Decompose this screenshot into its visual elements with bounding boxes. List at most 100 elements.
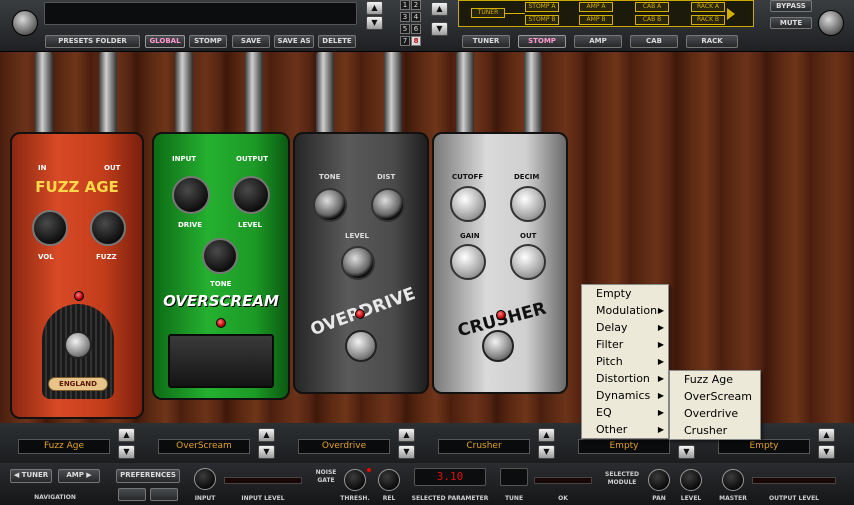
overdrive-tone-knob[interactable]: [313, 188, 347, 222]
preset-up-button[interactable]: ▲: [366, 1, 383, 15]
slot-6-down[interactable]: ▼: [818, 445, 835, 459]
pan-knob[interactable]: [648, 469, 670, 491]
overdrive-level-knob[interactable]: [341, 246, 375, 280]
slot-2-name[interactable]: OverScream: [158, 439, 250, 454]
menu-item-delay[interactable]: Delay ▶: [582, 319, 668, 336]
fuzz-vol-knob[interactable]: [32, 210, 68, 246]
fuzz-footswitch[interactable]: [64, 331, 92, 359]
chain-amp-a[interactable]: AMP A: [579, 2, 613, 12]
crusher-decim-knob[interactable]: [510, 186, 546, 222]
nav-amp-button[interactable]: AMP ▶: [58, 469, 100, 483]
slot-6-name[interactable]: Empty: [718, 439, 810, 454]
slot-number-1[interactable]: 1: [400, 0, 410, 10]
slot-4-down[interactable]: ▼: [538, 445, 555, 459]
crusher-decim-label: DECIM: [514, 173, 540, 181]
menu-item-filter[interactable]: Filter ▶: [582, 336, 668, 353]
slot-3-up[interactable]: ▲: [398, 428, 415, 442]
slot-number-3[interactable]: 3: [400, 12, 410, 22]
overscream-pedal[interactable]: INPUT OUTPUT DRIVE LEVEL TONE OVERSCREAM: [152, 132, 290, 400]
overscream-footswitch[interactable]: [168, 334, 274, 388]
overscream-tone-knob[interactable]: [202, 238, 238, 274]
fuzz-age-pedal[interactable]: IN OUT FUZZ AGE VOL FUZZ ENGLAND: [10, 132, 144, 419]
slot-3-down[interactable]: ▼: [398, 445, 415, 459]
input-knob[interactable]: [194, 468, 216, 490]
chain-tuner[interactable]: TUNER: [471, 8, 505, 18]
master-knob[interactable]: [722, 469, 744, 491]
submenu-item-fuzz-age[interactable]: Fuzz Age: [670, 371, 760, 388]
mute-button[interactable]: MUTE: [770, 17, 812, 29]
slot-up-button[interactable]: ▲: [431, 2, 448, 16]
slot-number-6[interactable]: 6: [411, 24, 421, 34]
info-button[interactable]: [118, 488, 146, 501]
menu-item-pitch[interactable]: Pitch ▶: [582, 353, 668, 370]
fuzz-fuzz-knob[interactable]: [90, 210, 126, 246]
thresh-knob[interactable]: [344, 469, 366, 491]
brand-logo-button[interactable]: [818, 10, 844, 36]
slot-1-name[interactable]: Fuzz Age: [18, 439, 110, 454]
preferences-button[interactable]: PREFERENCES: [116, 469, 180, 483]
module-level-knob[interactable]: [680, 469, 702, 491]
crusher-gain-knob[interactable]: [450, 244, 486, 280]
overdrive-pedal[interactable]: TONE DIST LEVEL OVERDRIVE: [293, 132, 429, 394]
crusher-out-knob[interactable]: [510, 244, 546, 280]
presets-folder-button[interactable]: PRESETS FOLDER: [45, 35, 140, 48]
menu-item-empty[interactable]: Empty: [582, 285, 668, 302]
slot-4-up[interactable]: ▲: [538, 428, 555, 442]
slot-number-8[interactable]: 8: [411, 36, 421, 46]
overdrive-footswitch[interactable]: [345, 330, 377, 362]
slot-5-name[interactable]: Empty: [578, 439, 670, 454]
chain-rack-b[interactable]: RACK B: [691, 15, 725, 25]
menu-item-modulation[interactable]: Modulation ▶: [582, 302, 668, 319]
chain-cab-b[interactable]: CAB B: [635, 15, 669, 25]
tab-tuner[interactable]: TUNER: [462, 35, 510, 48]
overscream-level-knob[interactable]: [232, 176, 270, 214]
slot-down-button[interactable]: ▼: [431, 22, 448, 36]
slot-number-5[interactable]: 5: [400, 24, 410, 34]
preset-down-button[interactable]: ▼: [366, 16, 383, 30]
chain-stomp-a[interactable]: STOMP A: [525, 2, 559, 12]
tab-rack[interactable]: RACK: [686, 35, 738, 48]
chain-amp-b[interactable]: AMP B: [579, 15, 613, 25]
preset-name-display[interactable]: [44, 2, 357, 25]
rel-knob[interactable]: [378, 469, 400, 491]
slot-5-down[interactable]: ▼: [678, 445, 695, 459]
slot-6-up[interactable]: ▲: [818, 428, 835, 442]
power-logo-button[interactable]: [12, 10, 38, 36]
menu-item-other[interactable]: Other ▶: [582, 421, 668, 438]
delete-button[interactable]: DELETE: [318, 35, 356, 48]
stomp-button[interactable]: STOMP: [189, 35, 227, 48]
tab-cab[interactable]: CAB: [630, 35, 678, 48]
slot-1-up[interactable]: ▲: [118, 428, 135, 442]
lock-icon[interactable]: [150, 488, 178, 501]
slot-2-up[interactable]: ▲: [258, 428, 275, 442]
menu-item-dynamics[interactable]: Dynamics ▶: [582, 387, 668, 404]
nav-tuner-button[interactable]: ◀ TUNER: [10, 469, 52, 483]
bypass-button[interactable]: BYPASS: [770, 0, 812, 12]
slot-3-name[interactable]: Overdrive: [298, 439, 390, 454]
tab-stomp[interactable]: STOMP: [518, 35, 566, 48]
chain-rack-a[interactable]: RACK A: [691, 2, 725, 12]
overscream-drive-knob[interactable]: [172, 176, 210, 214]
menu-item-eq[interactable]: EQ ▶: [582, 404, 668, 421]
slot-2-down[interactable]: ▼: [258, 445, 275, 459]
chain-stomp-b[interactable]: STOMP B: [525, 15, 559, 25]
crusher-pedal[interactable]: CUTOFF DECIM GAIN OUT CRUSHER: [432, 132, 568, 394]
slot-number-2[interactable]: 2: [411, 0, 421, 10]
submenu-arrow-icon: ▶: [657, 374, 664, 383]
save-as-button[interactable]: SAVE AS: [274, 35, 314, 48]
submenu-item-crusher[interactable]: Crusher: [670, 422, 760, 439]
slot-1-down[interactable]: ▼: [118, 445, 135, 459]
crusher-footswitch[interactable]: [482, 330, 514, 362]
slot-4-name[interactable]: Crusher: [438, 439, 530, 454]
chain-cab-a[interactable]: CAB A: [635, 2, 669, 12]
save-button[interactable]: SAVE: [232, 35, 270, 48]
slot-number-4[interactable]: 4: [411, 12, 421, 22]
submenu-item-overscream[interactable]: OverScream: [670, 388, 760, 405]
tab-amp[interactable]: AMP: [574, 35, 622, 48]
submenu-item-overdrive[interactable]: Overdrive: [670, 405, 760, 422]
overdrive-dist-knob[interactable]: [371, 188, 405, 222]
slot-number-7[interactable]: 7: [400, 36, 410, 46]
crusher-cutoff-knob[interactable]: [450, 186, 486, 222]
menu-item-distortion[interactable]: Distortion ▶: [582, 370, 668, 387]
global-button[interactable]: GLOBAL: [145, 35, 185, 48]
